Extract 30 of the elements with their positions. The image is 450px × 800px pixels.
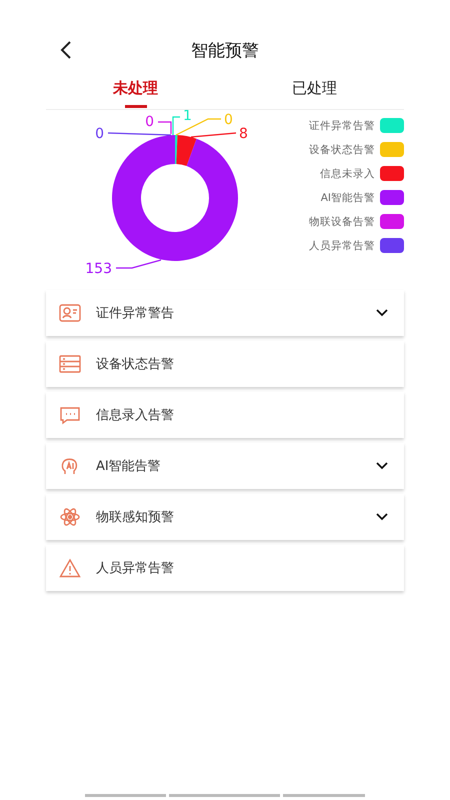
back-icon[interactable]: [59, 40, 73, 60]
alert-category-row[interactable]: 物联感知预警: [46, 494, 404, 540]
list-icon: [59, 354, 81, 374]
alert-category-row[interactable]: 设备状态告警: [46, 341, 404, 387]
atom-icon: [59, 507, 81, 527]
legend-label: 信息未录入: [320, 166, 375, 180]
chat-bubble-icon: [59, 405, 81, 425]
warning-icon: [59, 558, 81, 578]
chevron-down-icon[interactable]: [376, 513, 388, 521]
alert-category-row[interactable]: 证件异常警告: [46, 290, 404, 336]
legend-label: 设备状态告警: [309, 142, 375, 156]
alert-category-row[interactable]: 信息录入告警: [46, 392, 404, 438]
chevron-down-icon[interactable]: [376, 309, 388, 317]
legend-label: 证件异常告警: [309, 118, 375, 132]
legend-label: 人员异常告警: [309, 238, 375, 252]
data-label: 8: [239, 126, 248, 142]
tab[interactable]: 未处理: [46, 75, 225, 109]
alert-category-row[interactable]: 人员异常告警: [46, 545, 404, 591]
data-label: 1: [172, 110, 192, 135]
legend-label: AI智能告警: [320, 190, 375, 204]
data-label: 153: [85, 261, 112, 277]
page-title: 智能预警: [191, 40, 259, 62]
legend-label: 物联设备告警: [309, 214, 375, 228]
data-label: 8: [190, 126, 248, 142]
id-card-icon: [59, 303, 81, 323]
chevron-down-icon[interactable]: [376, 462, 388, 470]
data-label: 153: [85, 259, 162, 277]
alert-category-row[interactable]: AI智能告警: [46, 443, 404, 489]
data-label: 1: [183, 108, 192, 124]
tab[interactable]: 已处理: [225, 75, 404, 109]
